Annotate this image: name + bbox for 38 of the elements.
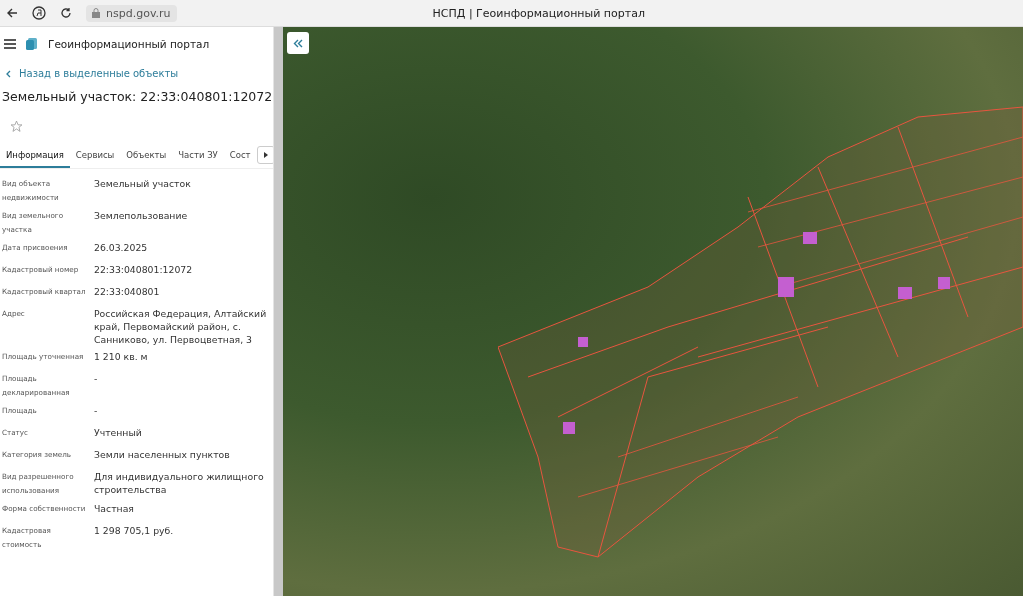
field-value: Земельный участок bbox=[94, 177, 192, 191]
back-icon[interactable] bbox=[6, 7, 18, 19]
field-value: - bbox=[94, 372, 99, 386]
browser-logo-icon[interactable] bbox=[32, 6, 46, 20]
field-value: 22:33:040801:12072 bbox=[94, 263, 194, 277]
field-value: 22:33:040801 bbox=[94, 285, 161, 299]
portal-title: Геоинформационный портал bbox=[48, 37, 210, 50]
chevron-right-icon bbox=[263, 152, 268, 158]
back-link[interactable]: Назад в выделенные объекты bbox=[0, 56, 273, 79]
page-title: НСПД | Геоинформационный портал bbox=[431, 6, 646, 20]
scrollbar[interactable] bbox=[273, 27, 283, 596]
tab[interactable]: Информация bbox=[0, 144, 70, 168]
address-bar[interactable]: nspd.gov.ru bbox=[86, 4, 177, 22]
tab[interactable]: Сост bbox=[223, 144, 257, 168]
tab[interactable]: Части ЗУ bbox=[172, 144, 224, 168]
star-icon bbox=[9, 119, 23, 133]
url-text: nspd.gov.ru bbox=[106, 6, 171, 20]
field-value: Российская Федерация, Алтайский край, Первомайский район, с. Санниково, ул. Первоцветная, 3 bbox=[94, 307, 268, 346]
field-value: Для индивидуального жилищного строительства bbox=[94, 470, 265, 497]
field-value: Земли населенных пунктов bbox=[94, 448, 231, 462]
menu-icon[interactable] bbox=[4, 38, 16, 49]
field-value: Частная bbox=[94, 502, 135, 516]
collapse-panel-button[interactable] bbox=[287, 32, 309, 54]
double-chevron-left-icon bbox=[293, 38, 303, 48]
tab[interactable]: Сервисы bbox=[69, 144, 121, 168]
field-value: 1 298 705,1 руб. bbox=[94, 524, 175, 538]
tab[interactable]: Объекты bbox=[120, 144, 173, 168]
field-value: 26.03.2025 bbox=[94, 241, 149, 255]
portal-logo-icon bbox=[26, 37, 38, 50]
scroll-tabs-button[interactable] bbox=[256, 146, 273, 164]
field-value: 1 210 кв. м bbox=[94, 350, 149, 364]
field-value: Землепользование bbox=[94, 209, 189, 223]
field-value: - bbox=[94, 404, 99, 418]
lock-icon bbox=[92, 8, 100, 18]
reload-icon[interactable] bbox=[60, 7, 72, 19]
object-title: Земельный участок: 22:33:040801:12072 bbox=[1, 88, 273, 104]
chevron-left-icon bbox=[6, 69, 11, 78]
field-value: Учтенный bbox=[94, 426, 143, 440]
